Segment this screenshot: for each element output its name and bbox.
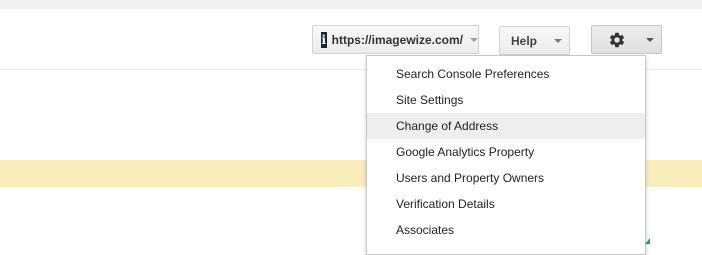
- settings-dropdown-menu: Search Console Preferences Site Settings…: [366, 55, 646, 255]
- menu-item-search-console-preferences[interactable]: Search Console Preferences: [367, 61, 645, 87]
- chevron-down-icon: [646, 37, 654, 42]
- menu-item-google-analytics-property[interactable]: Google Analytics Property: [367, 139, 645, 165]
- chevron-down-icon: [470, 37, 478, 42]
- menu-item-site-settings[interactable]: Site Settings: [367, 87, 645, 113]
- menu-item-associates[interactable]: Associates: [367, 217, 645, 243]
- help-label: Help: [511, 33, 538, 48]
- top-strip: [0, 0, 702, 9]
- corner-indicator: [645, 238, 650, 244]
- site-favicon-icon: i: [321, 31, 327, 48]
- menu-item-change-of-address[interactable]: Change of Address: [367, 113, 645, 139]
- settings-button[interactable]: [591, 25, 662, 54]
- site-selector-label: https://imagewize.com/: [331, 32, 463, 47]
- help-button[interactable]: Help: [499, 26, 570, 55]
- gear-icon: [609, 32, 625, 47]
- chevron-down-icon: [554, 38, 563, 43]
- site-selector-button[interactable]: i https://imagewize.com/: [312, 25, 479, 54]
- menu-item-users-and-property-owners[interactable]: Users and Property Owners: [367, 165, 645, 191]
- menu-item-verification-details[interactable]: Verification Details: [367, 191, 645, 217]
